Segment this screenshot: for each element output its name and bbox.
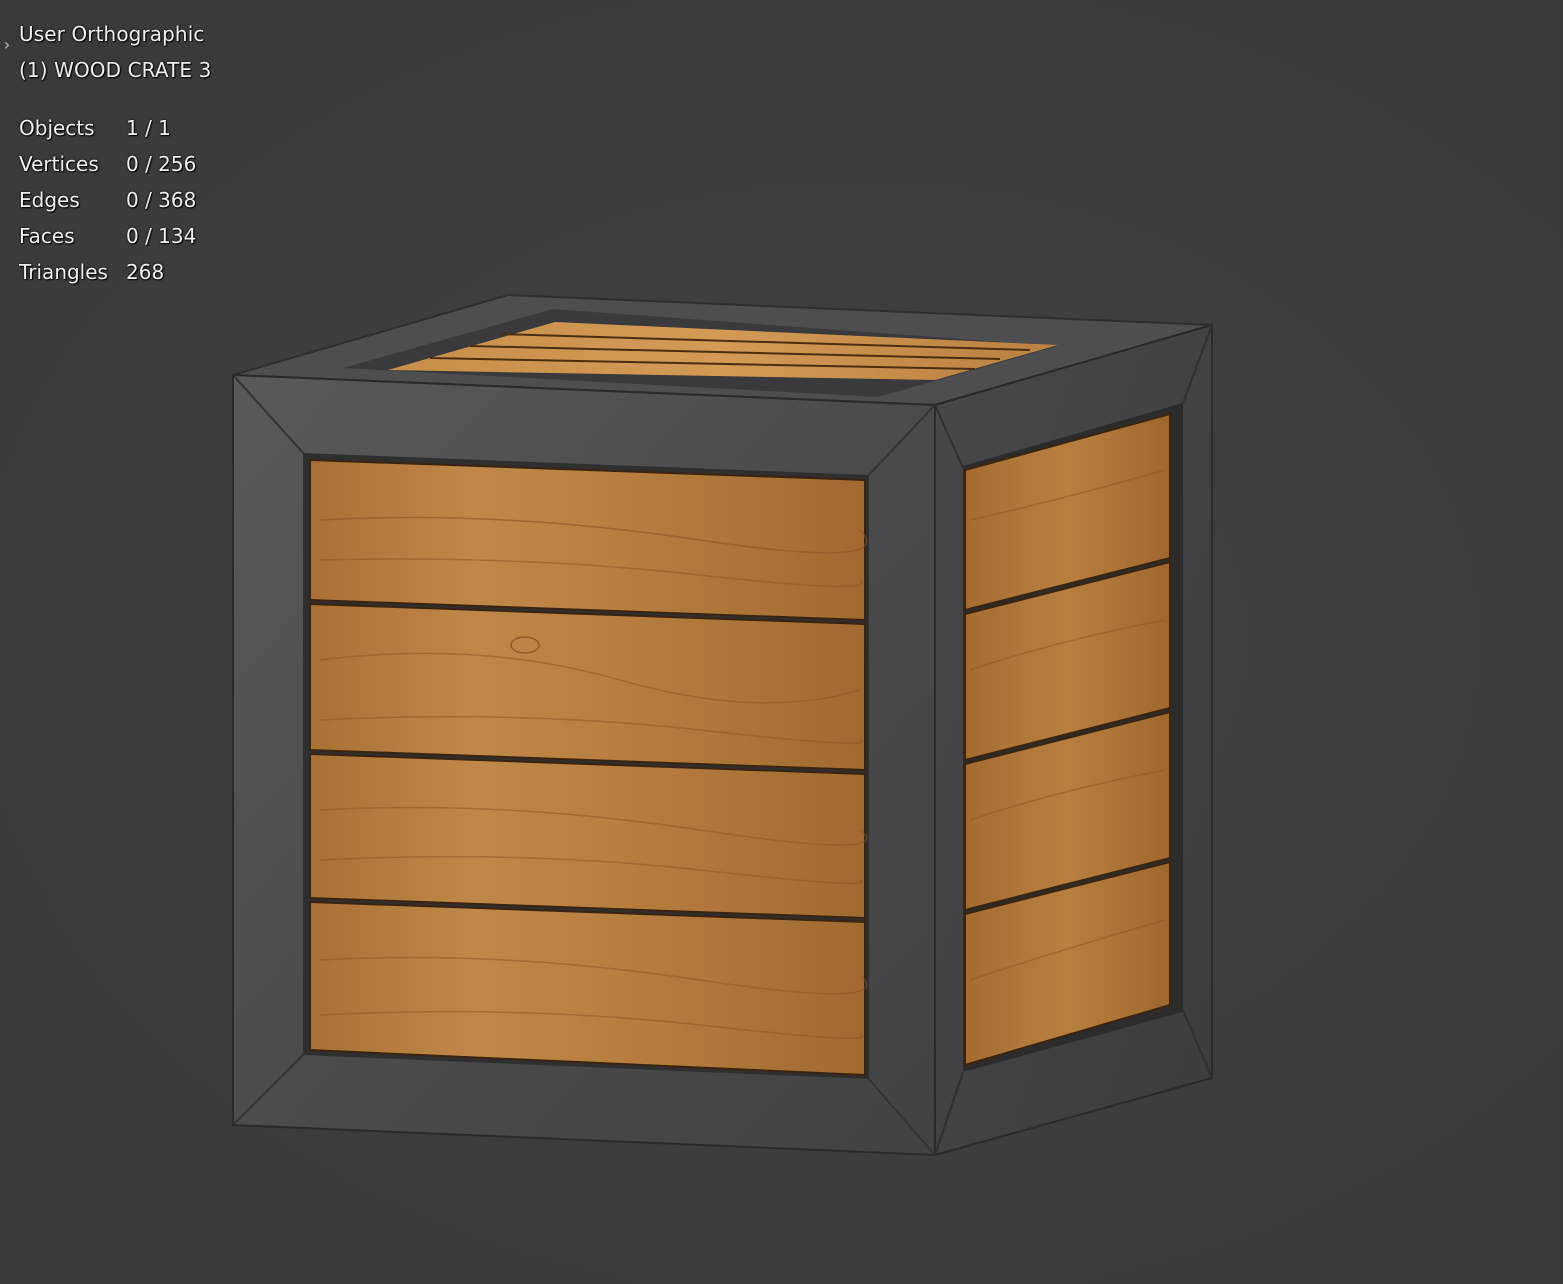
stat-value: 268 xyxy=(126,260,165,284)
crate-side-planks xyxy=(964,412,1171,1067)
sidebar-toggle-chevron-right-icon[interactable]: › xyxy=(0,34,14,56)
stat-row-vertices: Vertices 0 / 256 xyxy=(19,152,196,188)
stat-value: 0 / 134 xyxy=(126,224,197,248)
stat-label: Vertices xyxy=(19,152,99,176)
active-object-label: (1) WOOD CRATE 3 xyxy=(19,58,212,82)
stat-label: Objects xyxy=(19,116,95,140)
stat-label: Triangles xyxy=(19,260,108,284)
stat-row-faces: Faces 0 / 134 xyxy=(19,224,196,260)
stat-row-triangles: Triangles 268 xyxy=(19,260,196,296)
stat-label: Edges xyxy=(19,188,80,212)
stat-row-objects: Objects 1 / 1 xyxy=(19,116,196,152)
stat-value: 1 / 1 xyxy=(126,116,171,140)
3d-viewport[interactable]: › User Orthographic (1) WOOD CRATE 3 Obj… xyxy=(0,0,1563,1284)
stat-label: Faces xyxy=(19,224,75,248)
stat-row-edges: Edges 0 / 368 xyxy=(19,188,196,224)
stat-value: 0 / 256 xyxy=(126,152,197,176)
stat-value: 0 / 368 xyxy=(126,188,197,212)
view-name-label: User Orthographic xyxy=(19,22,205,46)
wood-crate-model[interactable] xyxy=(0,0,1563,1284)
scene-statistics: Objects 1 / 1 Vertices 0 / 256 Edges 0 /… xyxy=(19,116,196,296)
crate-front-planks xyxy=(309,458,868,1077)
